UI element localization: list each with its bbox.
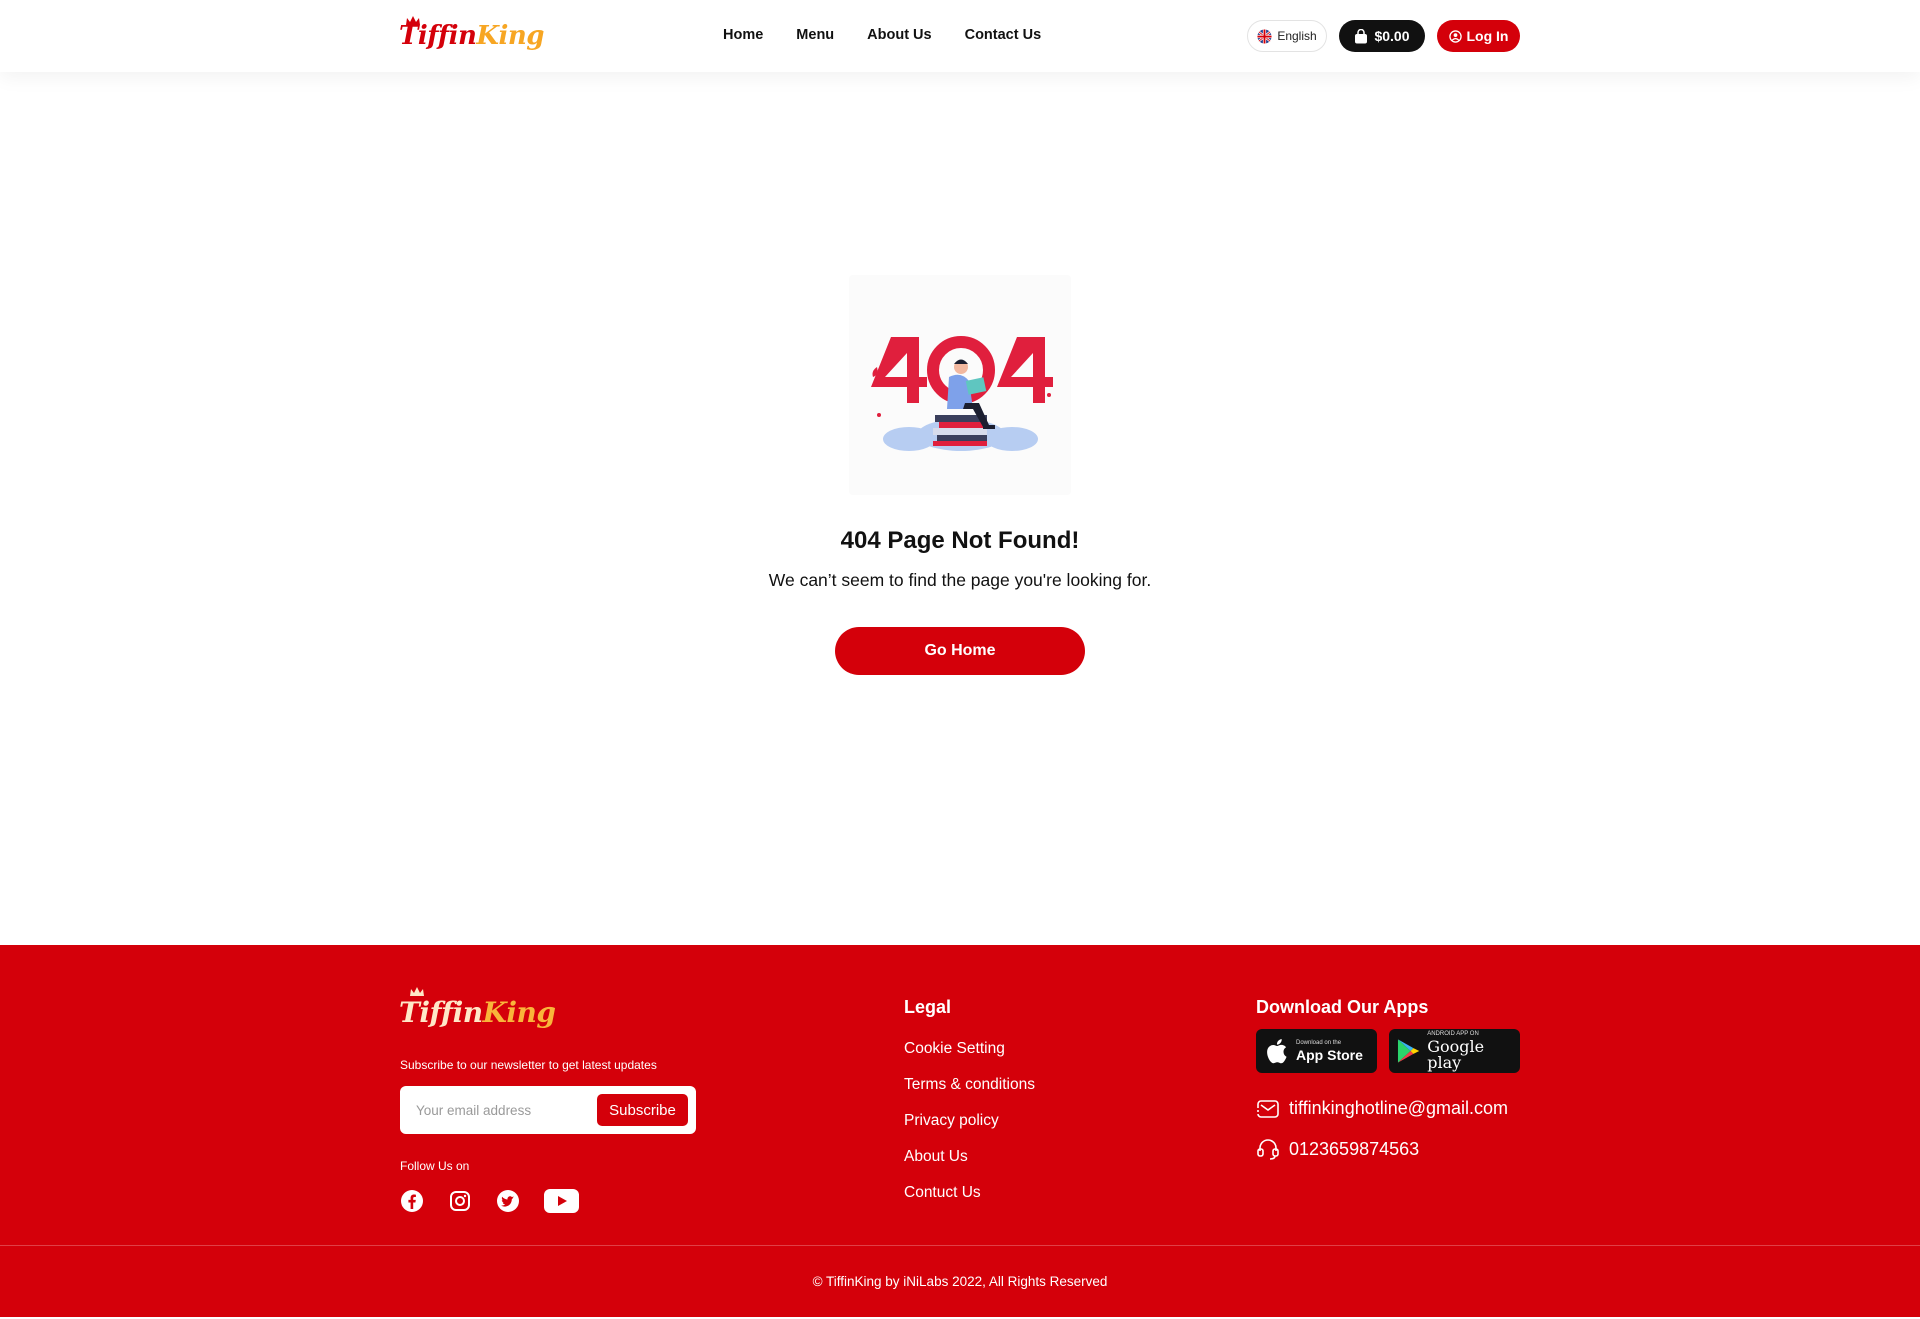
site-header: TiffinKing Home Menu About Us Contact Us… — [0, 0, 1920, 72]
footer-logo[interactable]: TiffinKing — [399, 987, 556, 1031]
email-text: tiffinkinghotline@gmail.com — [1289, 1098, 1509, 1118]
instagram-icon[interactable] — [448, 1189, 472, 1213]
newsletter-form: Subscribe — [400, 1086, 696, 1134]
cart-button[interactable]: $0.00 — [1339, 20, 1425, 52]
footer-contact-us-link[interactable]: Contuct Us — [904, 1183, 1035, 1203]
app-store-text: Download on the App Store — [1296, 1040, 1363, 1063]
newsletter-text: Subscribe to our newsletter to get lates… — [400, 1058, 657, 1072]
cart-total: $0.00 — [1374, 28, 1410, 44]
login-button[interactable]: Log In — [1437, 20, 1520, 52]
contact-phone[interactable]: 0123659874563 — [1256, 1138, 1419, 1160]
apple-icon — [1267, 1039, 1287, 1064]
subscribe-button[interactable]: Subscribe — [597, 1094, 688, 1126]
crown-icon — [410, 987, 424, 996]
email-icon — [1256, 1099, 1279, 1118]
footer-logo-text: TiffinKing — [399, 996, 556, 1029]
footer-about-us-link[interactable]: About Us — [904, 1147, 1035, 1167]
google-play-icon — [1397, 1039, 1420, 1063]
youtube-icon[interactable] — [544, 1189, 579, 1213]
apps-heading: Download Our Apps — [1256, 997, 1429, 1017]
contact-email[interactable]: tiffinkinghotline@gmail.com — [1256, 1098, 1508, 1119]
page-title: 404 Page Not Found! — [840, 527, 1080, 554]
social-links — [400, 1189, 579, 1213]
email-input[interactable] — [416, 1086, 586, 1134]
crown-icon — [406, 16, 420, 25]
go-home-button[interactable]: Go Home — [835, 627, 1085, 675]
uk-flag-icon — [1257, 28, 1272, 44]
google-play-text: ANDROID APP ON Google play — [1427, 1031, 1485, 1072]
user-circle-icon — [1448, 29, 1462, 43]
404-illustration — [849, 275, 1071, 495]
nav-menu[interactable]: Menu — [796, 25, 834, 45]
google-play-button[interactable]: ANDROID APP ON Google play — [1389, 1029, 1520, 1073]
phone-text: 0123659874563 — [1289, 1138, 1420, 1159]
legal-links: Cookie Setting Terms & conditions Privac… — [904, 1039, 1035, 1203]
nav-home[interactable]: Home — [723, 25, 763, 45]
follow-label: Follow Us on — [400, 1159, 470, 1173]
privacy-policy-link[interactable]: Privacy policy — [904, 1111, 1035, 1131]
language-label: English — [1277, 29, 1317, 43]
site-footer: TiffinKing Subscribe to our newsletter t… — [0, 945, 1920, 1319]
legal-heading: Legal — [904, 997, 952, 1017]
headset-icon — [1257, 1139, 1279, 1160]
facebook-icon[interactable] — [400, 1189, 424, 1213]
main-nav: Home Menu About Us Contact Us — [723, 25, 1041, 45]
brand-logo[interactable]: TiffinKing — [399, 16, 544, 54]
terms-link[interactable]: Terms & conditions — [904, 1075, 1035, 1095]
cookie-setting-link[interactable]: Cookie Setting — [904, 1039, 1035, 1059]
footer-divider — [0, 1245, 1920, 1246]
copyright-text: © TiffinKing by iNiLabs 2022, All Rights… — [812, 1274, 1108, 1289]
nav-about-us[interactable]: About Us — [867, 25, 931, 45]
app-store-button[interactable]: Download on the App Store — [1256, 1029, 1377, 1073]
language-selector[interactable]: English — [1247, 20, 1327, 52]
twitter-icon[interactable] — [496, 1189, 520, 1213]
nav-contact-us[interactable]: Contact Us — [965, 25, 1042, 45]
page-subtitle: We can’t seem to find the page you're lo… — [768, 570, 1152, 590]
login-label: Log In — [1466, 28, 1509, 44]
shopping-bag-icon — [1355, 28, 1368, 43]
